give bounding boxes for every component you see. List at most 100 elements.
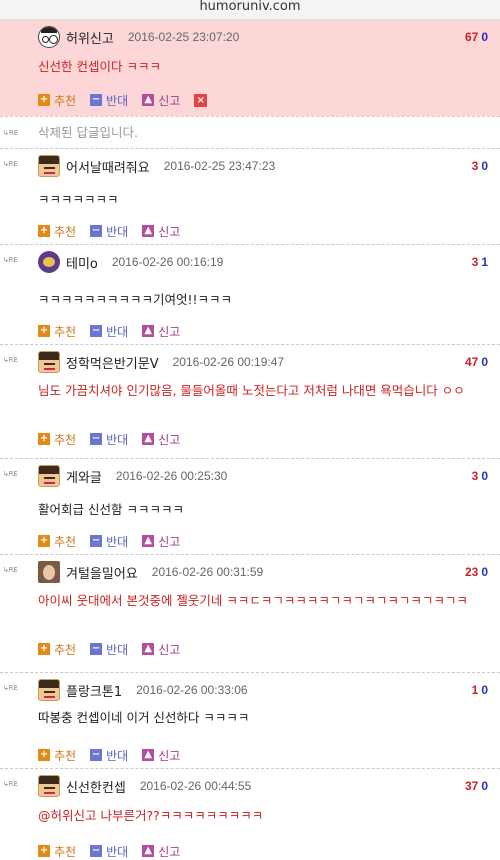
nickname[interactable]: 게와글 xyxy=(66,467,102,486)
oppose-button[interactable]: − 반대 xyxy=(90,431,128,448)
recommend-button[interactable]: + 추천 xyxy=(38,843,76,860)
report-icon: ▲ xyxy=(142,225,155,237)
comment-date: 2016-02-26 00:33:06 xyxy=(136,683,248,697)
report-button[interactable]: ▲ 신고 xyxy=(142,747,180,764)
report-button[interactable]: ▲ 신고 xyxy=(142,843,180,860)
user-avatar-icon[interactable] xyxy=(38,465,60,487)
comment-item: 허위신고 2016-02-25 23:07:20 67 0 신선한 컨셉이다 ㅋㅋ… xyxy=(0,20,500,116)
reply-arrow-icon: ↳RE xyxy=(3,780,18,788)
comment-text: 활어회급 신선함 ㅋㅋㅋㅋㅋ xyxy=(38,502,184,517)
nickname[interactable]: 테미o xyxy=(66,253,98,272)
comment-date: 2016-02-26 00:16:19 xyxy=(111,255,224,269)
user-avatar-icon[interactable] xyxy=(38,561,60,583)
report-button[interactable]: ▲ 신고 xyxy=(142,533,180,550)
comment-text: 따봉충 컨셉이네 이거 신선하다 ㅋㅋㅋㅋ xyxy=(38,710,250,725)
reply-arrow-icon: ↳RE xyxy=(3,356,18,364)
comment-item: ↳RE 정학먹은반기문V 2016-02-26 00:19:47 47 0 님도 … xyxy=(0,344,500,458)
browser-url-bar[interactable]: humoruniv.com xyxy=(0,0,500,20)
close-icon: × xyxy=(194,93,208,107)
user-avatar-icon[interactable] xyxy=(38,251,60,273)
report-button[interactable]: ▲ 신고 xyxy=(142,641,180,658)
minus-icon: − xyxy=(90,535,103,547)
plus-icon: + xyxy=(38,225,50,237)
comment-actions: + 추천 − 반대 ▲ 신고 xyxy=(38,635,488,663)
report-button[interactable]: ▲ 신고 xyxy=(142,223,180,240)
recommend-button[interactable]: + 추천 xyxy=(38,92,76,109)
report-icon: ▲ xyxy=(142,845,155,857)
recommend-button[interactable]: + 추천 xyxy=(38,747,76,764)
vote-score: 23 0 xyxy=(464,565,488,579)
user-avatar-icon[interactable] xyxy=(38,351,60,373)
minus-icon: − xyxy=(90,325,103,337)
report-button[interactable]: ▲ 신고 xyxy=(142,323,180,340)
minus-icon: − xyxy=(90,433,103,445)
nickname[interactable]: 신선한컨셉 xyxy=(66,777,126,796)
user-avatar-icon[interactable] xyxy=(38,679,60,701)
comment-text: 아이씨 웃대에서 본것중에 젤웃기네 ㅋㅋㄷㅋㄱㅋㅋㅋㅋㄱㅋㄱㅋㄱㅋㄱㅋㄱㅋㄱㅋ xyxy=(38,593,468,608)
comment-item: ↳RE 어서날때려줘요 2016-02-25 23:47:23 30 ㅋㅋㅋㅋㅋ… xyxy=(0,148,500,244)
minus-icon: − xyxy=(90,643,103,655)
nickname[interactable]: 겨털을밀어요 xyxy=(66,563,138,582)
oppose-button[interactable]: − 반대 xyxy=(90,747,128,764)
comment-actions: + 추천 − 반대 ▲ 신고 xyxy=(38,425,488,453)
comment-actions: + 추천 − 반대 ▲ 신고 xyxy=(38,741,488,769)
url-text: humoruniv.com xyxy=(199,0,301,14)
user-avatar-icon[interactable] xyxy=(38,26,60,48)
minus-icon: − xyxy=(90,94,103,106)
reply-arrow-icon: ↳RE xyxy=(3,684,18,692)
comment-item: ↳RE 게와글 2016-02-26 00:25:30 30 활어회급 신선함 … xyxy=(0,458,500,554)
vote-score: 10 xyxy=(471,683,488,697)
comment-header: 정학먹은반기문V 2016-02-26 00:19:47 47 0 xyxy=(38,345,488,379)
plus-icon: + xyxy=(38,535,50,547)
nickname[interactable]: 허위신고 xyxy=(66,28,114,47)
comment-text: ㅋㅋㅋㅋㅋㅋㅋ xyxy=(38,192,119,207)
plus-icon: + xyxy=(38,643,50,655)
deleted-reply: ↳RE 삭제된 답글입니다. xyxy=(0,116,500,148)
recommend-button[interactable]: + 추천 xyxy=(38,431,76,448)
comment-header: 허위신고 2016-02-25 23:07:20 67 0 xyxy=(38,20,488,54)
comment-actions: + 추천 − 반대 ▲ 신고 xyxy=(38,527,488,555)
user-avatar-icon[interactable] xyxy=(38,155,60,177)
oppose-button[interactable]: − 반대 xyxy=(90,223,128,240)
plus-icon: + xyxy=(38,749,50,761)
comment-item: ↳RE 겨털을밀어요 2016-02-26 00:31:59 23 0 아이씨 웃… xyxy=(0,554,500,672)
report-icon: ▲ xyxy=(142,433,155,445)
recommend-button[interactable]: + 추천 xyxy=(38,323,76,340)
oppose-button[interactable]: − 반대 xyxy=(90,641,128,658)
report-icon: ▲ xyxy=(142,325,155,337)
recommend-button[interactable]: + 추천 xyxy=(38,223,76,240)
nickname[interactable]: 플랑크톤1 xyxy=(66,681,122,700)
oppose-button[interactable]: − 반대 xyxy=(90,533,128,550)
reply-arrow-icon: ↳RE xyxy=(3,160,18,168)
user-avatar-icon[interactable] xyxy=(38,775,60,797)
recommend-button[interactable]: + 추천 xyxy=(38,533,76,550)
nickname[interactable]: 어서날때려줘요 xyxy=(66,157,150,176)
plus-icon: + xyxy=(38,845,50,857)
delete-button[interactable]: × xyxy=(194,93,211,107)
oppose-button[interactable]: − 반대 xyxy=(90,843,128,860)
oppose-button[interactable]: − 반대 xyxy=(90,323,128,340)
report-icon: ▲ xyxy=(142,749,155,761)
plus-icon: + xyxy=(38,433,50,445)
downvote-count: 0 xyxy=(481,30,488,44)
comment-text: ㅋㅋㅋㅋㅋㅋㅋㅋㅋㅋ기여엇!!ㅋㅋㅋ xyxy=(38,292,233,307)
report-button[interactable]: ▲ 신고 xyxy=(142,92,180,109)
reply-arrow-icon: ↳RE xyxy=(3,470,18,478)
report-button[interactable]: ▲ 신고 xyxy=(142,431,180,448)
comment-text: @허위신고 나부른거??ㅋㅋㅋㅋㅋㅋㅋㅋㅋ xyxy=(38,808,264,823)
oppose-button[interactable]: − 반대 xyxy=(90,92,128,109)
comment-date: 2016-02-26 00:25:30 xyxy=(115,469,228,483)
comment-text: 님도 가끔치셔야 인기많음, 물들어올때 노젓는다고 저처럼 나대면 욕먹습니다… xyxy=(38,383,465,398)
comment-actions: + 추천 − 반대 ▲ 신고 xyxy=(38,317,488,345)
comment-header: 게와글 2016-02-26 00:25:30 30 xyxy=(38,459,488,493)
comment-header: 어서날때려줘요 2016-02-25 23:47:23 30 xyxy=(38,149,488,183)
nickname[interactable]: 정학먹은반기문V xyxy=(66,353,159,372)
comment-date: 2016-02-25 23:47:23 xyxy=(163,159,276,173)
comment-header: 겨털을밀어요 2016-02-26 00:31:59 23 0 xyxy=(38,555,488,589)
vote-score: 37 0 xyxy=(464,779,488,793)
report-icon: ▲ xyxy=(142,643,155,655)
comment-actions: + 추천 − 반대 ▲ 신고 × xyxy=(38,86,488,114)
minus-icon: − xyxy=(90,749,103,761)
comment-header: 테미o 2016-02-26 00:16:19 31 xyxy=(38,245,488,279)
recommend-button[interactable]: + 추천 xyxy=(38,641,76,658)
